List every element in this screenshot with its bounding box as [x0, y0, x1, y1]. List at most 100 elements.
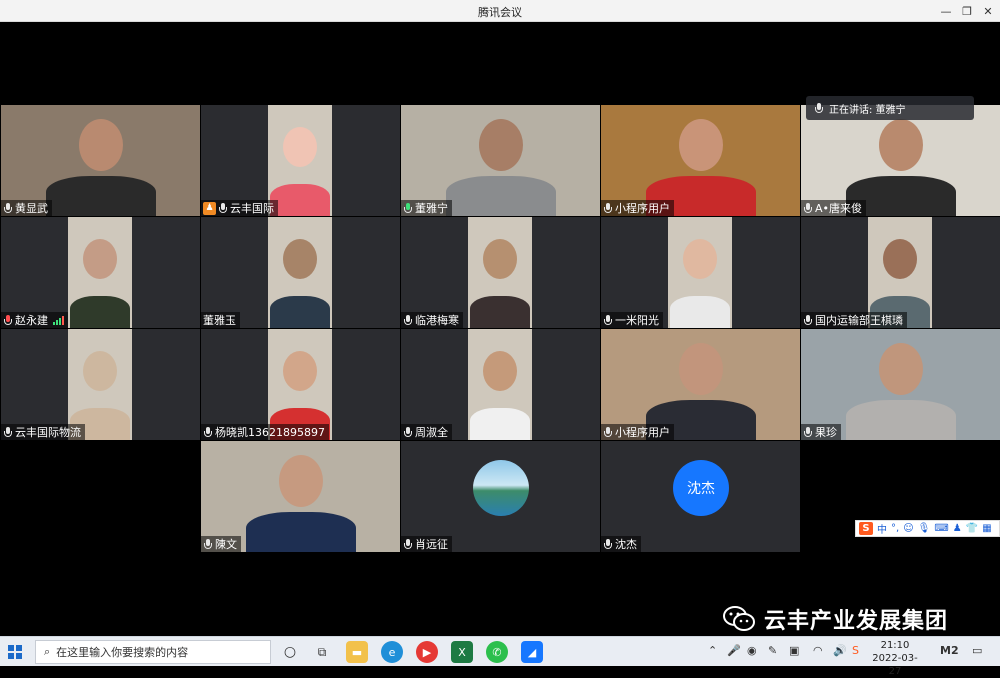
participant-name: 小程序用户	[615, 426, 670, 439]
video-tile[interactable]: 董雅宁	[401, 105, 600, 216]
participant-face	[283, 127, 317, 167]
cortana-icon[interactable]: ○	[279, 641, 301, 663]
volume-icon[interactable]: 🔊	[833, 644, 847, 657]
close-icon[interactable]: ✕	[976, 0, 1000, 22]
taskbar-search-input[interactable]: ⌕ 在这里输入你要搜索的内容	[35, 640, 271, 664]
brand-text: 云丰产业发展集团	[764, 609, 949, 634]
participant-body	[245, 512, 356, 552]
camera-feed	[468, 217, 532, 328]
mic-icon	[603, 314, 613, 326]
participant-body	[270, 184, 330, 216]
windows-taskbar: ⌕ 在这里输入你要搜索的内容 ○ ⧉ ▬ e ▶ X ✆ ◢ ⌃ 🎤 ◉ ✎ ▣…	[0, 636, 1000, 677]
input-lang-indicator[interactable]: M2	[940, 644, 959, 657]
ime-punct-icon[interactable]: °,	[891, 523, 899, 534]
search-placeholder: 在这里输入你要搜索的内容	[56, 646, 189, 659]
participant-name: 董雅玉	[203, 314, 236, 327]
video-tile[interactable]: 小程序用户	[601, 105, 800, 216]
host-badge-icon: ♟	[203, 201, 216, 215]
participant-name: 国内运输部王棋璘	[815, 314, 903, 327]
voice-icon[interactable]: 🎙	[918, 523, 931, 534]
tencent-meeting-icon[interactable]: ◢	[521, 641, 543, 663]
camera-feed	[268, 217, 332, 328]
participant-face	[483, 351, 517, 391]
task-view-icon[interactable]: ⧉	[311, 641, 333, 663]
participant-name: 一米阳光	[615, 314, 659, 327]
participant-name-bar: 小程序用户	[601, 424, 674, 440]
video-tile[interactable]: 赵永建	[1, 217, 200, 328]
video-tile[interactable]: 果珍	[801, 329, 1000, 440]
participant-name-bar: 董雅宁	[401, 200, 452, 216]
video-tile[interactable]: 国内运输部王棋璘	[801, 217, 1000, 328]
participant-name-bar: 国内运输部王棋璘	[801, 312, 907, 328]
search-icon: ⌕	[44, 645, 51, 658]
wifi-icon[interactable]: ◠	[813, 644, 823, 657]
participant-name-bar: 赵永建	[1, 312, 68, 328]
participant-body	[670, 296, 730, 328]
camera-feed	[468, 329, 532, 440]
notification-icon[interactable]: ▭	[972, 644, 982, 657]
brand-watermark: 云丰产业发展集团	[722, 603, 948, 635]
network-signal-icon	[53, 315, 64, 325]
excel-icon[interactable]: X	[451, 641, 473, 663]
location-icon[interactable]: ◉	[747, 644, 757, 657]
participant-name-bar: 周淑全	[401, 424, 452, 440]
participant-body	[445, 176, 556, 216]
mic-icon	[218, 202, 228, 214]
video-tile[interactable]: 小程序用户	[601, 329, 800, 440]
mic-icon	[203, 538, 213, 550]
media-app-icon[interactable]: ▶	[416, 641, 438, 663]
participant-face	[478, 119, 523, 171]
emoji-icon[interactable]: ☺	[903, 523, 913, 534]
video-tile[interactable]: 董雅玉	[201, 217, 400, 328]
video-tile[interactable]: A•唐来俊	[801, 105, 1000, 216]
participant-name-bar: 杨晓凯13621895897	[201, 424, 329, 440]
video-tile[interactable]: 临港梅寒	[401, 217, 600, 328]
participant-face	[483, 239, 517, 279]
pen-icon[interactable]: ✎	[768, 644, 777, 657]
ime-toolbar[interactable]: S 中 °, ☺ 🎙 ⌨ ♟ 👕 ▦	[855, 520, 1000, 537]
participant-name-bar: ♟ 云丰国际	[201, 200, 278, 216]
tray-expand-icon[interactable]: ⌃	[708, 644, 717, 657]
grid-icon[interactable]: ▦	[982, 523, 991, 534]
participant-body	[470, 296, 530, 328]
ime-lang[interactable]: 中	[877, 521, 887, 536]
video-tile[interactable]: 黄显武	[1, 105, 200, 216]
video-tile[interactable]: 杨晓凯13621895897	[201, 329, 400, 440]
edge-browser-icon[interactable]: e	[381, 641, 403, 663]
mic-icon	[603, 202, 613, 214]
windows-start-icon[interactable]	[8, 645, 22, 659]
wechat-icon	[723, 606, 755, 631]
file-explorer-icon[interactable]: ▬	[346, 641, 368, 663]
video-tile[interactable]: 一米阳光	[601, 217, 800, 328]
mic-icon	[403, 538, 413, 550]
participant-name: 云丰国际	[230, 202, 274, 215]
participant-face	[83, 239, 117, 279]
keyboard-icon[interactable]: ⌨	[934, 523, 948, 534]
video-tile[interactable]: 沈杰 沈杰	[601, 441, 800, 552]
participant-face	[678, 119, 723, 171]
video-tile[interactable]: 周淑全	[401, 329, 600, 440]
participant-name: 小程序用户	[615, 202, 670, 215]
skin-icon[interactable]: 👕	[966, 523, 978, 534]
participant-body	[70, 296, 130, 328]
video-tile[interactable]: 云丰国际物流	[1, 329, 200, 440]
wechat-app-icon[interactable]: ✆	[486, 641, 508, 663]
participant-name: 杨晓凯13621895897	[215, 426, 325, 439]
mic-tray-icon[interactable]: 🎤	[727, 644, 741, 657]
video-tile[interactable]: ♟ 云丰国际	[201, 105, 400, 216]
video-tile[interactable]: 肖远征	[401, 441, 600, 552]
participant-face	[278, 455, 323, 507]
system-clock[interactable]: 21:10 2022-03-27	[868, 639, 922, 678]
app-tray-icon[interactable]: ▣	[789, 644, 799, 657]
mic-icon	[603, 426, 613, 438]
mic-muted-icon	[3, 314, 13, 326]
mic-icon	[803, 314, 813, 326]
video-tile[interactable]: 陳文	[201, 441, 400, 552]
participant-name: 陳文	[215, 538, 237, 551]
participant-name: 董雅宁	[415, 202, 448, 215]
participant-face	[283, 239, 317, 279]
user-icon[interactable]: ♟	[953, 523, 962, 534]
sogou-tray-icon[interactable]: S	[852, 644, 859, 657]
participant-face	[678, 343, 723, 395]
participant-name: 周淑全	[415, 426, 448, 439]
